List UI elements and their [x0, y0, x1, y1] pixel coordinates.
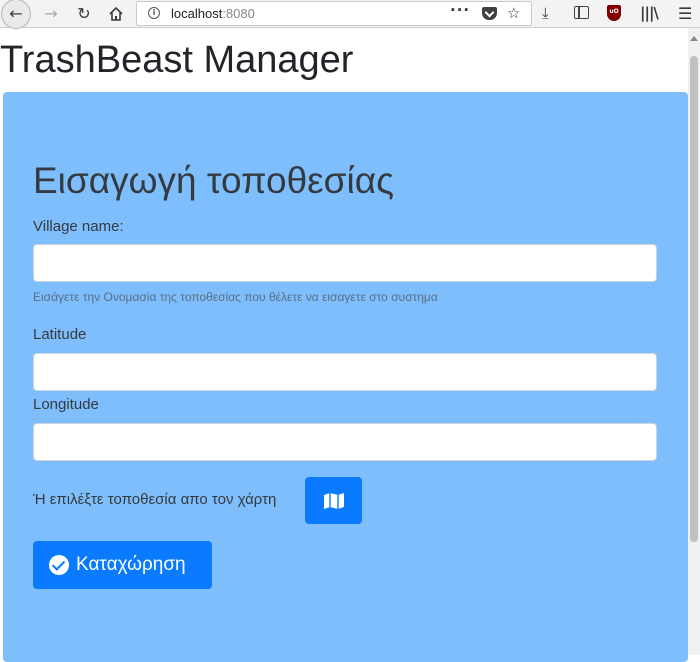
map-picker-button[interactable] [305, 477, 362, 524]
info-icon[interactable]: i [148, 7, 160, 19]
page-content: TrashBeast Manager Εισαγωγή τοποθεσίας V… [0, 28, 688, 662]
check-circle-icon [49, 555, 69, 575]
submit-button[interactable]: Καταχώρηση [33, 541, 212, 589]
submit-button-label: Καταχώρηση [76, 554, 186, 575]
longitude-label: Longitude [33, 396, 99, 413]
map-prompt-text: Ή επιλέξτε τοποθεσία απο τον χάρτη [33, 491, 277, 508]
download-icon[interactable]: ⤓ [542, 4, 549, 22]
reload-button[interactable]: ↻ [70, 0, 98, 27]
reload-icon: ↻ [77, 3, 91, 23]
village-name-help-text: Εισάγετε την Ονομασία της τοποθεσίας που… [33, 290, 438, 304]
forward-button[interactable]: → [37, 0, 65, 27]
vertical-scrollbar[interactable] [688, 28, 700, 655]
map-icon [323, 492, 344, 509]
longitude-input[interactable] [33, 423, 657, 461]
sidebar-icon[interactable] [574, 6, 589, 19]
home-icon [109, 6, 123, 21]
hamburger-menu-icon[interactable]: ☰ [678, 4, 692, 23]
url-host: localhost [171, 6, 223, 21]
library-icon[interactable]: |||\ [640, 4, 659, 22]
app-title: TrashBeast Manager [0, 39, 354, 81]
location-form-card: Εισαγωγή τοποθεσίας Village name: Εισάγε… [3, 92, 688, 662]
url-bar[interactable]: i localhost:8080 ··· ☆ [136, 1, 532, 26]
home-button[interactable] [102, 0, 130, 27]
more-actions-icon[interactable]: ··· [450, 1, 470, 19]
latitude-input[interactable] [33, 353, 657, 391]
village-name-label: Village name: [33, 218, 124, 235]
arrow-left-icon: ← [9, 4, 23, 23]
url-port: :8080 [222, 6, 255, 21]
scroll-up-arrow-icon[interactable] [690, 36, 698, 41]
pocket-icon[interactable] [482, 7, 497, 20]
latitude-label: Latitude [33, 326, 87, 343]
scrollbar-thumb[interactable] [690, 56, 698, 542]
back-button[interactable]: ← [1, 0, 31, 29]
ublock-icon[interactable]: uO [607, 5, 621, 21]
browser-toolbar: ← → ↻ i localhost:8080 ··· ☆ ⤓ uO |||\ ☰ [0, 0, 700, 29]
arrow-right-icon: → [44, 3, 58, 23]
village-name-input[interactable] [33, 244, 657, 282]
form-heading: Εισαγωγή τοποθεσίας [33, 160, 394, 201]
bookmark-star-icon[interactable]: ☆ [507, 4, 520, 22]
url-text[interactable]: localhost:8080 [171, 6, 255, 21]
